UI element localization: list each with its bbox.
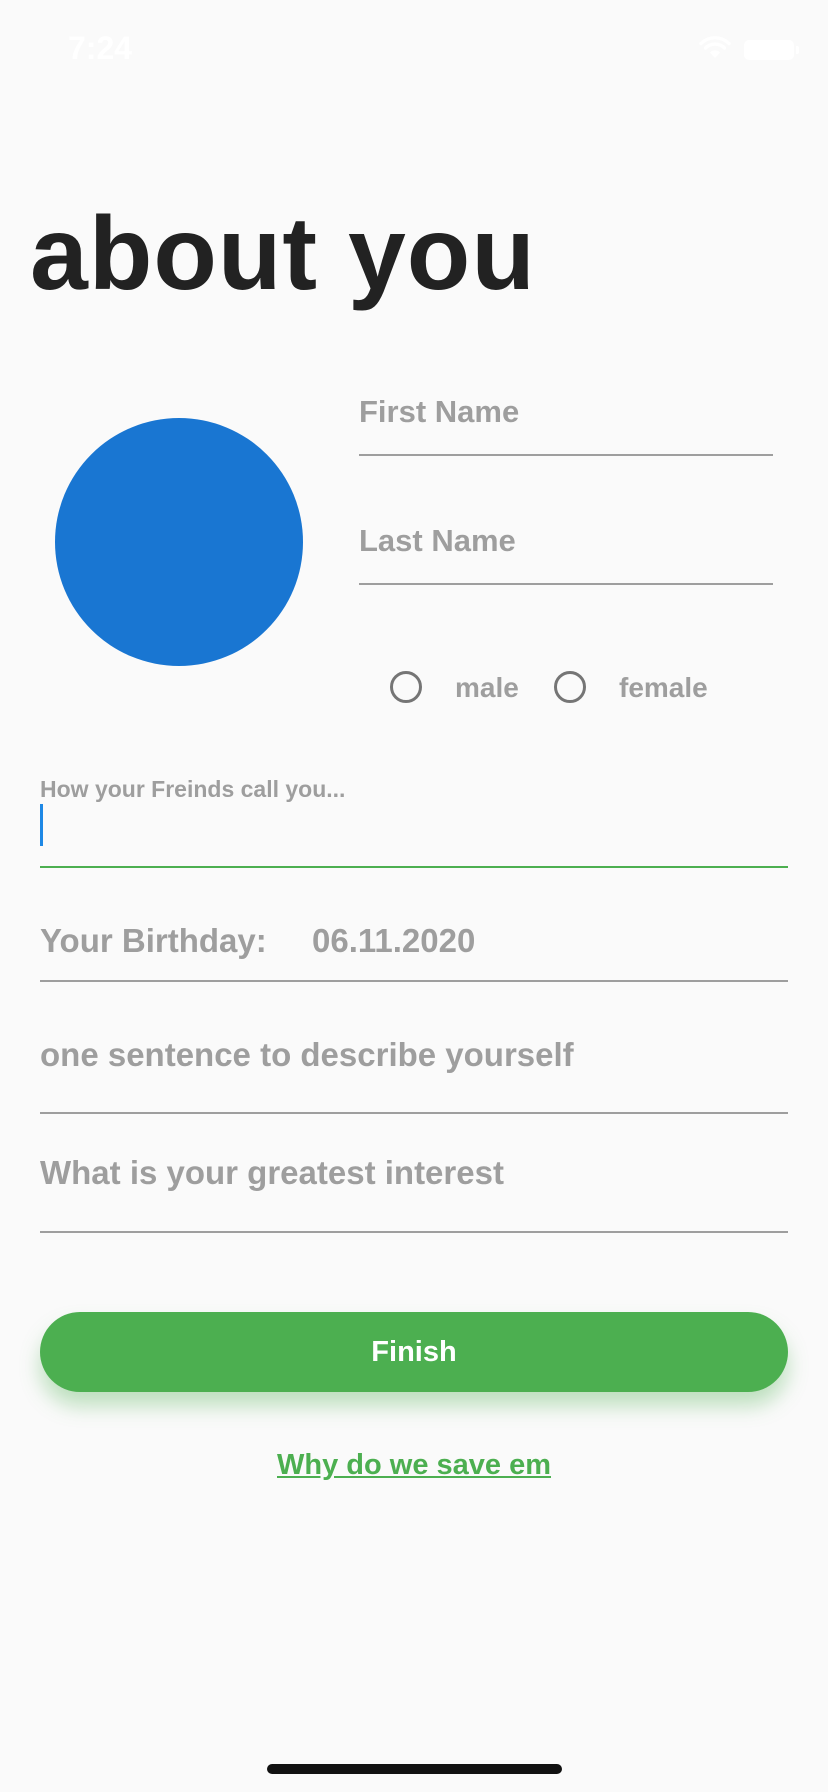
- status-bar: 7:24: [0, 0, 828, 100]
- finish-button[interactable]: Finish: [40, 1312, 788, 1392]
- avatar[interactable]: [55, 418, 303, 666]
- birthday-value: 06.11.2020: [312, 922, 476, 959]
- first-name-placeholder: First Name: [359, 394, 520, 429]
- birthday-field[interactable]: Your Birthday: 06.11.2020: [40, 900, 788, 982]
- female-radio[interactable]: [554, 671, 586, 703]
- female-radio-label[interactable]: female: [619, 672, 708, 704]
- male-radio[interactable]: [390, 671, 422, 703]
- nickname-field[interactable]: How your Freinds call you...: [40, 770, 788, 868]
- last-name-placeholder: Last Name: [359, 523, 516, 558]
- describe-yourself-field[interactable]: one sentence to describe yourself: [40, 1016, 788, 1114]
- describe-yourself-placeholder: one sentence to describe yourself: [40, 1036, 574, 1073]
- nickname-label: How your Freinds call you...: [40, 776, 346, 802]
- last-name-field[interactable]: Last Name: [359, 509, 773, 585]
- wifi-icon: [699, 36, 731, 58]
- battery-icon: [744, 40, 799, 60]
- first-name-field[interactable]: First Name: [359, 380, 773, 456]
- page-title: about you: [30, 196, 536, 312]
- why-do-we-save-link[interactable]: Why do we save em: [0, 1449, 828, 1482]
- home-indicator: [267, 1764, 562, 1774]
- birthday-label: Your Birthday:: [40, 922, 267, 959]
- greatest-interest-field[interactable]: What is your greatest interest: [40, 1140, 788, 1233]
- greatest-interest-placeholder: What is your greatest interest: [40, 1154, 504, 1191]
- text-cursor: [40, 804, 43, 846]
- male-radio-label[interactable]: male: [455, 672, 519, 704]
- status-time: 7:24: [68, 30, 133, 66]
